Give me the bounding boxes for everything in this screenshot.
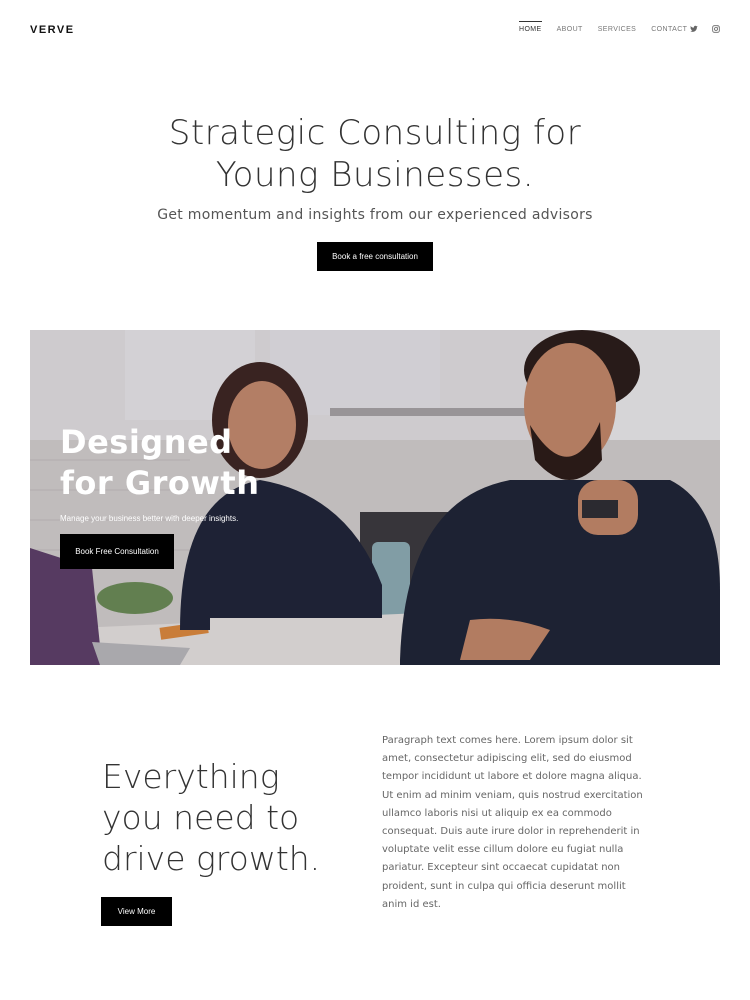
hero-title-line-2: Young Businesses. — [215, 155, 535, 195]
book-free-consultation-button[interactable]: Book a free consultation — [317, 242, 433, 271]
hero-title: Strategic Consulting for Young Businesse… — [0, 112, 750, 196]
view-more-button[interactable]: View More — [101, 897, 172, 926]
main-nav: HOME ABOUT SERVICES CONTACT — [519, 21, 702, 33]
features-title-line-2: you need to — [102, 798, 300, 837]
hero-banner-image: Designed for Growth Manage your business… — [30, 330, 720, 665]
nav-contact[interactable]: CONTACT — [651, 26, 687, 33]
nav-about[interactable]: ABOUT — [557, 26, 583, 33]
site-logo[interactable]: VERVE — [30, 24, 75, 36]
features-title-line-1: Everything — [102, 757, 280, 796]
social-links — [690, 25, 720, 33]
features-paragraph: Paragraph text comes here. Lorem ipsum d… — [382, 735, 643, 910]
nav-services[interactable]: SERVICES — [598, 26, 636, 33]
banner-subtitle: Manage your business better with deeper … — [60, 514, 239, 523]
banner-title: Designed for Growth — [60, 422, 260, 504]
hero-title-line-1: Strategic Consulting for — [168, 113, 582, 153]
hero-subtitle: Get momentum and insights from our exper… — [157, 207, 593, 223]
book-consultation-banner-button[interactable]: Book Free Consultation — [60, 534, 174, 569]
features-title-line-3: drive growth. — [102, 839, 321, 878]
nav-home[interactable]: HOME — [519, 21, 542, 33]
twitter-icon[interactable] — [690, 25, 698, 33]
banner-title-line-1: Designed — [60, 423, 233, 461]
banner-title-line-2: for Growth — [60, 464, 260, 502]
features-title: Everything you need to drive growth. — [102, 756, 362, 879]
instagram-icon[interactable] — [712, 25, 720, 33]
site-header: VERVE HOME ABOUT SERVICES CONTACT — [0, 0, 750, 62]
